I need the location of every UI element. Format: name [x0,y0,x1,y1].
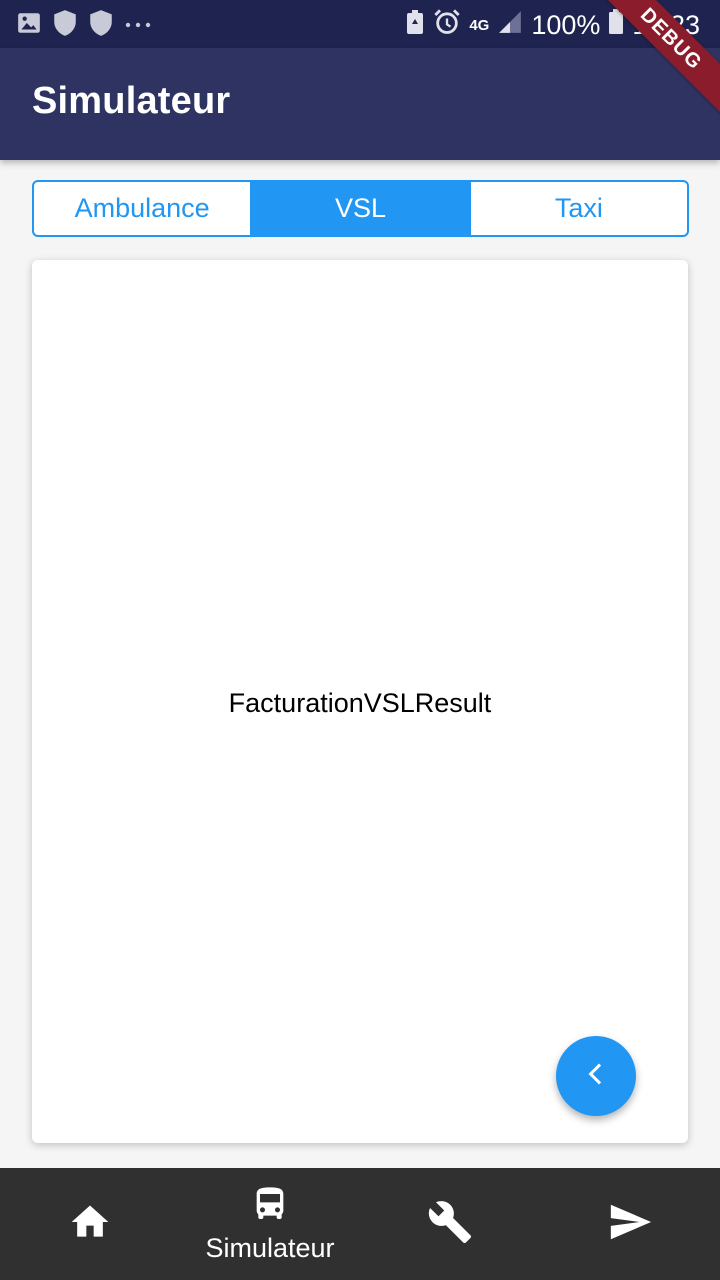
shield-icon [88,9,114,42]
battery-icon [608,9,624,42]
nav-tools[interactable] [360,1168,540,1280]
battery-percent: 100% [531,10,601,40]
battery-saver-icon [405,9,425,42]
home-icon [68,1200,112,1249]
signal-icon [497,9,523,42]
status-bar: 4G 100% 15:23 [0,0,720,48]
result-card: FacturationVSLResult [32,260,688,1143]
wrench-icon [427,1199,473,1250]
nav-simulateur-label: Simulateur [205,1233,335,1263]
vehicle-type-tabs: Ambulance VSL Taxi [32,180,689,237]
tab-vsl[interactable]: VSL [250,182,469,235]
tab-ambulance[interactable]: Ambulance [34,182,250,235]
clock: 15:23 [632,10,700,40]
bottom-navigation: Simulateur [0,1168,720,1280]
alarm-icon [433,8,461,43]
image-icon [16,10,42,41]
tab-taxi[interactable]: Taxi [468,182,687,235]
more-dots-icon [124,17,154,35]
nav-simulateur[interactable]: Simulateur [180,1168,360,1280]
status-left-icons [16,9,154,42]
send-icon [607,1199,653,1250]
nav-home[interactable] [0,1168,180,1280]
status-right-icons: 4G 100% 15:23 [405,8,700,43]
app-bar: Simulateur [0,48,720,160]
bus-icon [250,1184,290,1229]
network-type: 4G [469,17,490,34]
chevron-left-icon [578,1056,614,1097]
back-button[interactable] [556,1036,636,1116]
shield-icon [52,9,78,42]
result-placeholder-text: FacturationVSLResult [228,688,492,718]
nav-send[interactable] [540,1168,720,1280]
page-title: Simulateur [32,80,231,122]
